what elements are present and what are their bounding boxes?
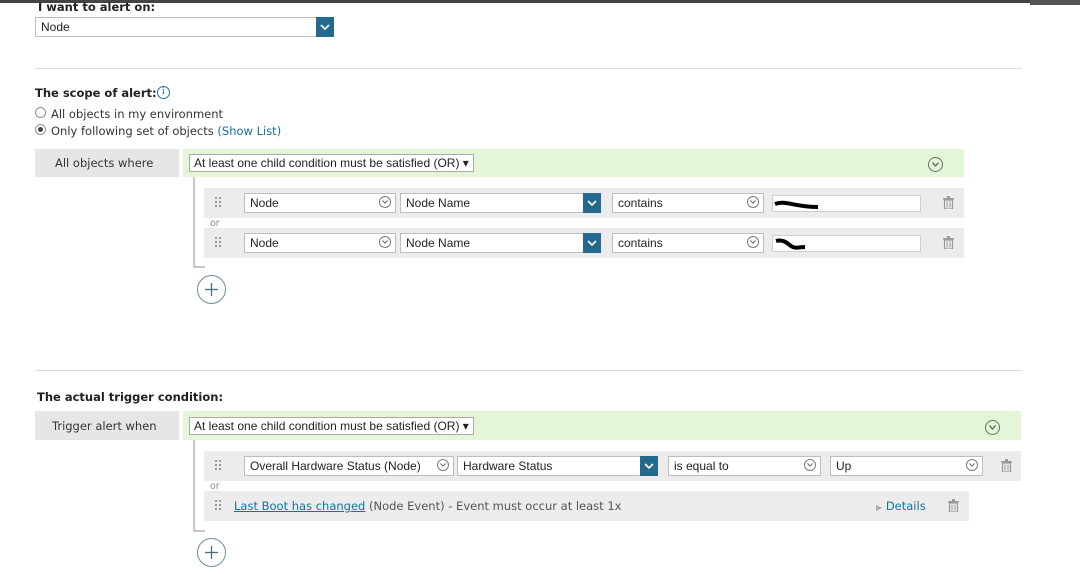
trigger-entity-select[interactable]: Overall Hardware Status (Node) bbox=[244, 456, 454, 476]
divider bbox=[35, 68, 1022, 69]
event-text: (Node Event) - Event must occur at least… bbox=[369, 499, 622, 513]
trigger-operator-select[interactable]: is equal to bbox=[668, 456, 821, 476]
radio-all-objects[interactable] bbox=[35, 107, 46, 118]
collapse-icon[interactable] bbox=[928, 157, 943, 172]
drag-handle-icon[interactable] bbox=[215, 237, 223, 249]
top-border bbox=[0, 0, 1080, 3]
scope-row2-value-input[interactable] bbox=[772, 235, 921, 252]
drag-handle-icon[interactable] bbox=[215, 500, 223, 512]
chevron-down-icon[interactable] bbox=[583, 193, 601, 213]
trigger-group-operator-select[interactable]: At least one child condition must be sat… bbox=[189, 417, 474, 435]
trash-icon[interactable] bbox=[943, 236, 954, 250]
scope-row1-operator-value: contains bbox=[618, 196, 663, 210]
chevron-down-icon[interactable] bbox=[379, 236, 391, 248]
drag-handle-icon[interactable] bbox=[215, 460, 223, 472]
trigger-label: The actual trigger condition: bbox=[37, 390, 224, 404]
caret-right-icon: ▶ bbox=[876, 503, 883, 512]
add-condition-button[interactable] bbox=[197, 275, 226, 304]
scope-group-operator-select[interactable]: At least one child condition must be sat… bbox=[189, 154, 474, 172]
scope-row1-operator-select[interactable]: contains bbox=[612, 193, 764, 213]
chevron-down-icon[interactable] bbox=[437, 459, 449, 471]
redaction-mark bbox=[775, 238, 806, 250]
chevron-down-icon[interactable] bbox=[640, 456, 658, 476]
objects-where-label: All objects where bbox=[55, 156, 154, 170]
redaction-mark bbox=[774, 200, 819, 209]
tree-line bbox=[193, 440, 195, 532]
trigger-entity-value: Overall Hardware Status (Node) bbox=[250, 459, 421, 473]
chevron-down-icon[interactable] bbox=[804, 459, 816, 471]
trigger-operator-value: is equal to bbox=[674, 459, 729, 473]
chevron-down-icon[interactable] bbox=[583, 233, 601, 253]
scope-row1-entity-select[interactable]: Node bbox=[244, 193, 396, 213]
chevron-down-icon[interactable] bbox=[747, 196, 759, 208]
alert-on-value: Node bbox=[41, 20, 70, 34]
scope-row2-entity-select[interactable]: Node bbox=[244, 233, 396, 253]
show-list-link[interactable]: (Show List) bbox=[217, 124, 281, 138]
alert-on-select[interactable]: Node bbox=[35, 17, 334, 37]
chevron-down-icon[interactable] bbox=[316, 17, 334, 37]
scope-row1-entity-value: Node bbox=[250, 196, 279, 210]
details-label: Details bbox=[885, 499, 926, 513]
trigger-value-select[interactable]: Up bbox=[830, 456, 983, 476]
tree-line bbox=[193, 177, 195, 268]
scope-row2-field-value: Node Name bbox=[406, 236, 471, 250]
scope-label: The scope of alert: bbox=[35, 86, 157, 100]
scope-row2-entity-value: Node bbox=[250, 236, 279, 250]
trigger-field-value: Hardware Status bbox=[463, 459, 553, 473]
trash-icon[interactable] bbox=[943, 196, 954, 210]
scope-row1-field-select[interactable]: Node Name bbox=[400, 193, 601, 213]
trigger-value-value: Up bbox=[836, 459, 852, 473]
chevron-down-icon[interactable] bbox=[379, 196, 391, 208]
chevron-down-icon[interactable] bbox=[747, 236, 759, 248]
details-toggle[interactable]: ▶ Details bbox=[876, 499, 926, 513]
radio-following-objects-label: Only following set of objects (Show List… bbox=[51, 124, 281, 138]
trash-icon[interactable] bbox=[1001, 459, 1012, 473]
radio-following-objects-text: Only following set of objects bbox=[51, 124, 214, 138]
trigger-when-label: Trigger alert when bbox=[52, 419, 157, 433]
info-icon[interactable]: i bbox=[157, 86, 170, 99]
collapse-icon[interactable] bbox=[985, 420, 1000, 435]
top-border-shadow bbox=[1030, 0, 1080, 5]
trigger-group-operator-value: At least one child condition must be sat… bbox=[194, 419, 460, 433]
scope-row1-value-input[interactable] bbox=[772, 195, 921, 212]
add-trigger-condition-button[interactable] bbox=[197, 538, 226, 567]
plus-icon bbox=[205, 546, 218, 559]
radio-following-objects[interactable] bbox=[35, 124, 46, 135]
chevron-down-icon[interactable] bbox=[966, 459, 978, 471]
scope-group-operator-value: At least one child condition must be sat… bbox=[194, 156, 460, 170]
drag-handle-icon[interactable] bbox=[215, 197, 223, 209]
scope-row2-field-select[interactable]: Node Name bbox=[400, 233, 601, 253]
scope-row1-field-value: Node Name bbox=[406, 196, 471, 210]
plus-icon bbox=[205, 283, 218, 296]
tree-line bbox=[193, 530, 205, 532]
divider bbox=[35, 370, 1022, 371]
event-link[interactable]: Last Boot has changed bbox=[234, 499, 365, 513]
scope-row2-operator-value: contains bbox=[618, 236, 663, 250]
trigger-field-select[interactable]: Hardware Status bbox=[457, 456, 658, 476]
tree-line bbox=[193, 266, 205, 268]
radio-all-objects-label: All objects in my environment bbox=[51, 107, 224, 121]
alert-on-label: I want to alert on: bbox=[38, 0, 156, 14]
event-description: Last Boot has changed (Node Event) - Eve… bbox=[234, 499, 621, 513]
trash-icon[interactable] bbox=[948, 499, 959, 513]
scope-row2-operator-select[interactable]: contains bbox=[612, 233, 764, 253]
